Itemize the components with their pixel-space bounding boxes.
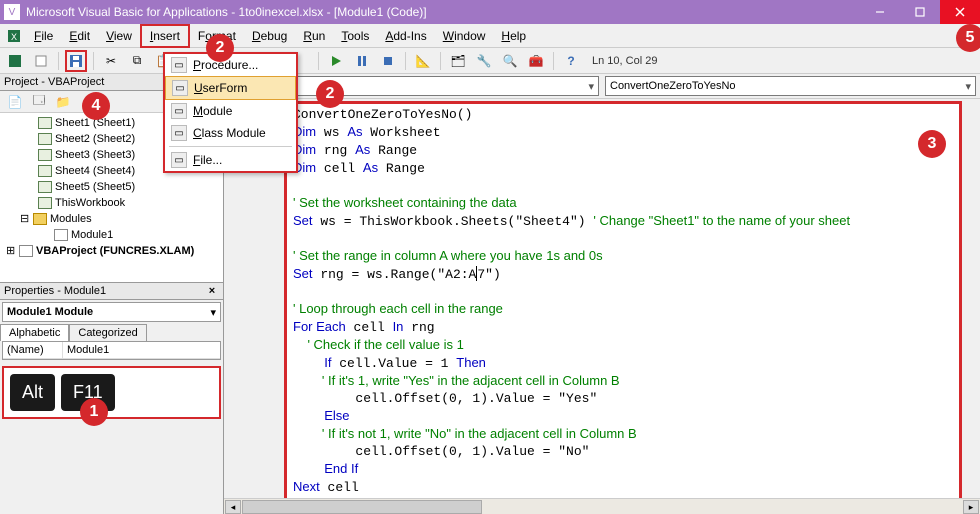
- property-name-value[interactable]: Module1: [63, 342, 113, 358]
- folder-toggle-icon[interactable]: 📁: [52, 91, 74, 113]
- annotation-callout: 1: [80, 398, 108, 426]
- svg-text:X: X: [11, 32, 17, 42]
- menu-insert[interactable]: Insert: [140, 24, 190, 48]
- menubar: X File Edit View Insert Format Debug Run…: [0, 24, 980, 48]
- menu-addins[interactable]: Add-Ins: [377, 26, 434, 46]
- workbook-icon: [38, 197, 52, 209]
- procedure-combo[interactable]: ConvertOneZeroToYesNo: [605, 76, 976, 96]
- titlebar: V Microsoft Visual Basic for Application…: [0, 0, 980, 24]
- annotation-callout: 2: [206, 34, 234, 62]
- sheet-icon: [38, 133, 52, 145]
- stop-icon[interactable]: [377, 50, 399, 72]
- tree-thisworkbook[interactable]: ThisWorkbook: [55, 195, 125, 211]
- menu-item-icon: ▭: [172, 80, 188, 96]
- app-icon: V: [4, 4, 20, 20]
- scroll-right-icon[interactable]: ▸: [963, 500, 979, 514]
- view-code-icon[interactable]: 📄: [4, 91, 26, 113]
- pause-icon[interactable]: [351, 50, 373, 72]
- toolbar: ✂ ⧉ 📋 📐 🗂 🔧 🔍 🧰 ? Ln 10, Col 29: [0, 48, 980, 74]
- toolbox-icon[interactable]: 🧰: [525, 50, 547, 72]
- insert-menu-dropdown: ▭Procedure...▭UserForm▭Module▭Class Modu…: [163, 52, 298, 173]
- save-icon[interactable]: [65, 50, 87, 72]
- code-pane: ConvertOneZeroToYesNo ConvertOneZeroToYe…: [224, 74, 980, 514]
- annotation-callout: 2: [316, 80, 344, 108]
- close-button[interactable]: [940, 0, 980, 24]
- design-icon[interactable]: 📐: [412, 50, 434, 72]
- horizontal-scrollbar[interactable]: ◂ ▸: [224, 498, 980, 514]
- object-browser-icon[interactable]: 🔍: [499, 50, 521, 72]
- menu-run[interactable]: Run: [295, 26, 333, 46]
- menu-help[interactable]: Help: [493, 26, 534, 46]
- annotation-callout: 5: [956, 24, 980, 52]
- insert-menu-item[interactable]: ▭File...: [165, 149, 296, 171]
- scroll-thumb[interactable]: [242, 500, 482, 514]
- copy-icon[interactable]: ⧉: [126, 50, 148, 72]
- excel-icon: X: [6, 28, 22, 44]
- tree-sheet[interactable]: Sheet2 (Sheet2): [55, 131, 135, 147]
- cursor-position: Ln 10, Col 29: [592, 55, 657, 67]
- vbaproject-icon: [19, 245, 33, 257]
- annotation-callout: 4: [82, 92, 110, 120]
- menu-file[interactable]: File: [26, 26, 61, 46]
- menu-item-icon: ▭: [171, 125, 187, 141]
- scroll-left-icon[interactable]: ◂: [225, 500, 241, 514]
- tab-alphabetic[interactable]: Alphabetic: [0, 324, 69, 341]
- properties-panel-header: Properties - Module1 ×: [0, 283, 223, 300]
- shortcut-illustration: Alt F11: [2, 366, 221, 419]
- properties-grid[interactable]: (Name) Module1: [2, 341, 221, 360]
- minimize-button[interactable]: [860, 0, 900, 24]
- project-explorer-icon[interactable]: 🗂: [447, 50, 469, 72]
- properties-panel: Properties - Module1 × Module1 Module ▾ …: [0, 283, 223, 514]
- menu-debug[interactable]: Debug: [244, 26, 295, 46]
- view-object-icon[interactable]: 🗔: [28, 91, 50, 113]
- project-panel-title: Project - VBAProject: [4, 76, 104, 88]
- properties-panel-close-icon[interactable]: ×: [205, 285, 219, 297]
- sheet-icon: [38, 117, 52, 129]
- window-title: Microsoft Visual Basic for Applications …: [26, 5, 860, 19]
- tree-funcres[interactable]: VBAProject (FUNCRES.XLAM): [36, 243, 194, 259]
- menu-edit[interactable]: Edit: [61, 26, 98, 46]
- insert-menu-item[interactable]: ▭Procedure...: [165, 54, 296, 76]
- sheet-icon: [38, 181, 52, 193]
- tree-sheet[interactable]: Sheet3 (Sheet3): [55, 147, 135, 163]
- insert-menu-item[interactable]: ▭Module: [165, 100, 296, 122]
- code-editor[interactable]: ConvertOneZeroToYesNo() Dim ws As Worksh…: [284, 101, 962, 504]
- folder-icon: [33, 213, 47, 225]
- tree-module1[interactable]: Module1: [71, 227, 113, 243]
- help-icon[interactable]: ?: [560, 50, 582, 72]
- property-name-label: (Name): [3, 342, 63, 358]
- insert-menu-item[interactable]: ▭Class Module: [165, 122, 296, 144]
- sheet-icon: [38, 165, 52, 177]
- tree-sheet[interactable]: Sheet4 (Sheet4): [55, 163, 135, 179]
- menu-item-icon: ▭: [171, 152, 187, 168]
- menu-item-icon: ▭: [171, 57, 187, 73]
- insert-menu-item[interactable]: ▭UserForm: [165, 76, 296, 100]
- menu-view[interactable]: View: [98, 26, 140, 46]
- tree-modules-folder[interactable]: Modules: [50, 211, 92, 227]
- view-excel-icon[interactable]: [4, 50, 26, 72]
- menu-tools[interactable]: Tools: [333, 26, 377, 46]
- tree-sheet[interactable]: Sheet5 (Sheet5): [55, 179, 135, 195]
- menu-item-icon: ▭: [171, 103, 187, 119]
- menu-window[interactable]: Window: [435, 26, 494, 46]
- cut-icon[interactable]: ✂: [100, 50, 122, 72]
- properties-panel-title: Properties - Module1: [4, 285, 106, 297]
- annotation-callout: 3: [918, 130, 946, 158]
- key-alt: Alt: [10, 374, 55, 411]
- tab-categorized[interactable]: Categorized: [69, 324, 146, 341]
- maximize-button[interactable]: [900, 0, 940, 24]
- properties-object-combo[interactable]: Module1 Module ▾: [2, 302, 221, 322]
- insert-item-icon[interactable]: [30, 50, 52, 72]
- property-row: (Name) Module1: [3, 342, 220, 359]
- run-icon[interactable]: [325, 50, 347, 72]
- sheet-icon: [38, 149, 52, 161]
- properties-window-icon[interactable]: 🔧: [473, 50, 495, 72]
- module-icon: [54, 229, 68, 241]
